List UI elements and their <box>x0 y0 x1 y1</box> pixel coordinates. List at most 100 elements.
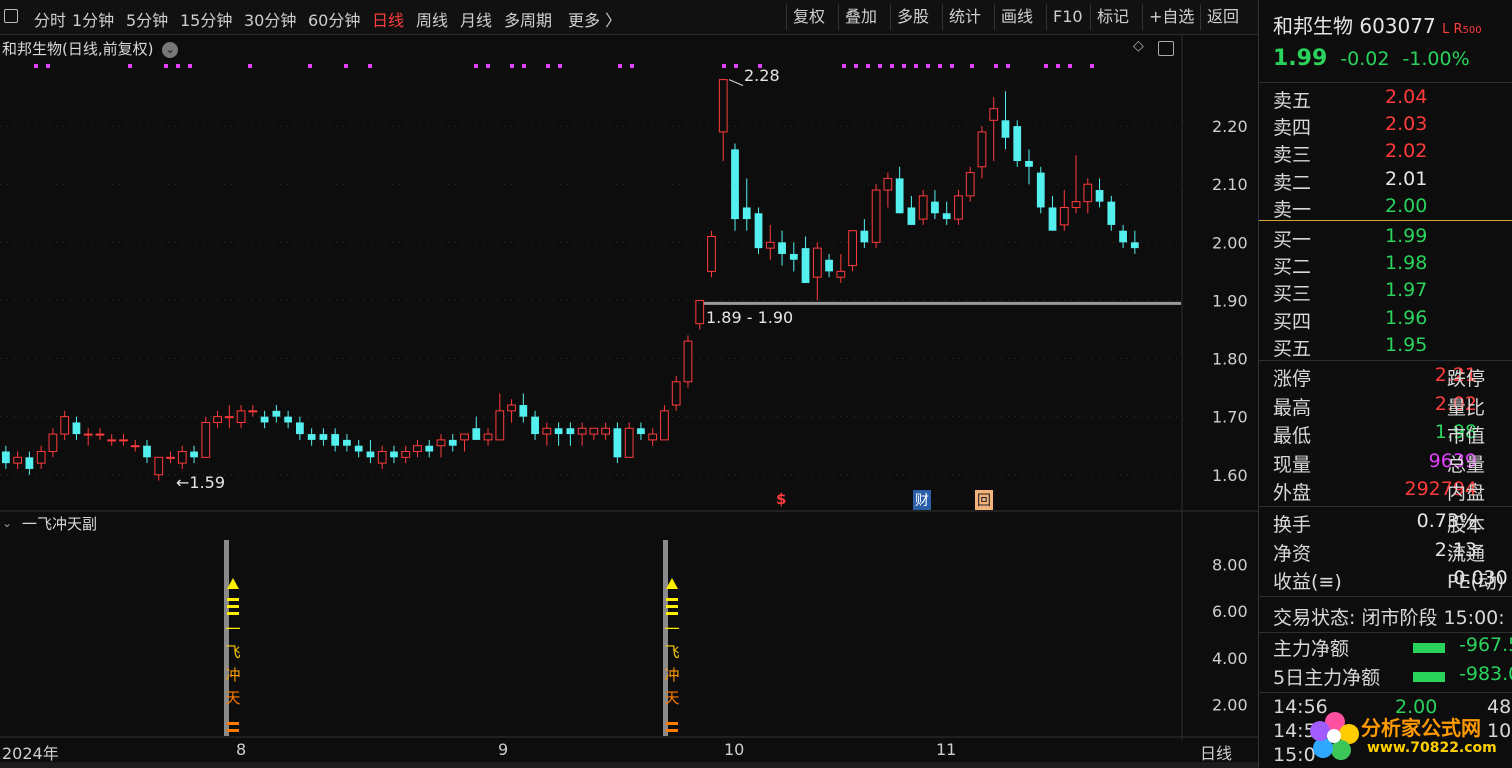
buyback-marker[interactable]: 回 <box>975 490 993 510</box>
flow-label: 5日主力净额 <box>1273 667 1381 689</box>
indicator-y-tick: 8.00 <box>1212 555 1248 574</box>
candle-body <box>319 434 328 440</box>
watermark-title: 分析家公式网 <box>1361 716 1481 740</box>
signal-dot <box>722 64 726 68</box>
y-tick-label: 2.00 <box>1212 233 1248 252</box>
candle-body <box>637 428 645 435</box>
candle-body <box>942 213 951 220</box>
stat-right-label: 市值 <box>1447 425 1486 447</box>
period-tab-10[interactable]: 更多 〉 <box>568 7 621 31</box>
ask-row-1[interactable]: 卖四 2.03 <box>1273 113 1427 140</box>
flower-logo-icon <box>1310 712 1359 760</box>
period-tab-9[interactable]: 多周期 <box>504 7 552 31</box>
period-corner-label[interactable]: 日线 <box>1200 740 1232 764</box>
stat-label: 净资 <box>1273 542 1312 565</box>
candle-body <box>331 434 340 446</box>
period-tab-1[interactable]: 1分钟 <box>72 7 114 31</box>
ask-row-2[interactable]: 卖三 2.02 <box>1273 140 1427 167</box>
stock-name: 和邦生物 <box>1273 14 1353 38</box>
candlestick-chart[interactable]: 2.20 2.10 2.00 1.90 1.80 1.70 1.60 8.00 6.00 4.0… <box>0 34 1258 740</box>
stat-label: 现量 <box>1273 453 1312 476</box>
signal-stripe <box>666 612 678 615</box>
signal-dot <box>176 64 180 68</box>
stock-header: 和邦生物 603077 L R500 <box>1273 10 1482 39</box>
y-tick-label: 2.10 <box>1212 175 1248 194</box>
money-marker[interactable]: $ <box>776 490 786 508</box>
candle-body <box>589 427 599 435</box>
stat-row-stats1-1: 最高 2.02 量比 <box>1273 393 1485 420</box>
signal-char: 飞 <box>664 643 680 661</box>
signal-dot <box>558 64 562 68</box>
window-icon[interactable] <box>4 9 18 23</box>
period-tab-7[interactable]: 周线 <box>416 7 448 31</box>
period-tab-8[interactable]: 月线 <box>460 7 492 31</box>
candle-body <box>731 149 739 220</box>
signal-dot <box>970 64 974 68</box>
stat-label: 外盘 <box>1273 482 1312 504</box>
candle-body <box>977 131 987 168</box>
signal-char: 一 <box>225 620 241 638</box>
toolbar-action-2[interactable]: 多股 <box>890 4 935 30</box>
candle-body <box>566 428 575 435</box>
ask-row-4[interactable]: 卖一 2.00 <box>1273 195 1427 222</box>
candle-body <box>60 416 70 435</box>
flow-value: -967.5 <box>1459 634 1512 656</box>
finance-marker[interactable]: 财 <box>913 490 931 510</box>
signal-dot <box>842 64 846 68</box>
stat-row-stats1-3: 现量 9639 总量 <box>1273 450 1485 477</box>
candle-body <box>343 439 351 446</box>
signal-dot <box>734 64 738 68</box>
toolbar-action-8[interactable]: 返回 <box>1200 4 1245 30</box>
candle-body <box>778 242 786 254</box>
stat-label: 最高 <box>1273 396 1312 419</box>
toolbar-action-7[interactable]: +自选 <box>1142 4 1200 30</box>
candle-body <box>107 439 117 442</box>
signal-char: 一 <box>664 620 680 638</box>
period-tab-0[interactable]: 分时 <box>34 7 66 31</box>
period-tab-3[interactable]: 15分钟 <box>180 7 232 31</box>
period-tab-4[interactable]: 30分钟 <box>244 7 296 31</box>
stat-right-label: 流通 <box>1447 542 1486 565</box>
ask-row-0[interactable]: 卖五 2.04 <box>1273 86 1427 113</box>
candle-body <box>789 253 798 260</box>
period-tab-6[interactable]: 日线 <box>372 7 404 31</box>
candle-body <box>895 178 904 214</box>
toolbar-action-5[interactable]: F10 <box>1046 4 1089 30</box>
candle-body <box>954 195 963 220</box>
toolbar-action-0[interactable]: 复权 <box>786 4 831 30</box>
candle-body <box>1059 206 1069 226</box>
toolbar-action-6[interactable]: 标记 <box>1090 4 1135 30</box>
signal-dot <box>938 64 942 68</box>
signal-dot <box>486 64 490 68</box>
period-tab-5[interactable]: 60分钟 <box>308 7 360 31</box>
bid-row-4[interactable]: 买五 1.95 <box>1273 334 1427 361</box>
y-tick-label: 1.60 <box>1212 466 1248 485</box>
book-label: 卖三 <box>1273 144 1312 167</box>
candle-body <box>989 108 999 121</box>
stat-label: 换手 <box>1273 514 1312 536</box>
toolbar-action-4[interactable]: 画线 <box>994 4 1039 30</box>
stat-label: 收益(≡) <box>1273 571 1342 593</box>
signal-dot <box>188 64 192 68</box>
bid-row-1[interactable]: 买二 1.98 <box>1273 252 1427 279</box>
toolbar-action-1[interactable]: 叠加 <box>838 4 883 30</box>
signal-char: 飞 <box>225 643 241 661</box>
signal-dot <box>1068 64 1072 68</box>
candle-body <box>1013 126 1022 161</box>
signal-dot <box>618 64 622 68</box>
period-tab-2[interactable]: 5分钟 <box>126 7 168 31</box>
bid-row-3[interactable]: 买四 1.96 <box>1273 307 1427 334</box>
indicator-toggle-icon[interactable]: ⌄ <box>2 516 12 530</box>
candle-body <box>119 439 128 442</box>
signal-stripe <box>227 605 239 608</box>
bid-row-0[interactable]: 买一 1.99 <box>1273 225 1427 252</box>
ask-row-3[interactable]: 卖二 2.01 <box>1273 168 1427 195</box>
price-change-pct: -1.00% <box>1402 48 1470 70</box>
signal-char: 冲 <box>664 666 680 684</box>
bid-row-2[interactable]: 买三 1.97 <box>1273 279 1427 306</box>
toolbar-action-3[interactable]: 统计 <box>942 4 987 30</box>
signal-dot <box>854 64 858 68</box>
signal-dot <box>546 64 550 68</box>
signal-dot <box>510 64 514 68</box>
candle-body <box>425 445 434 452</box>
